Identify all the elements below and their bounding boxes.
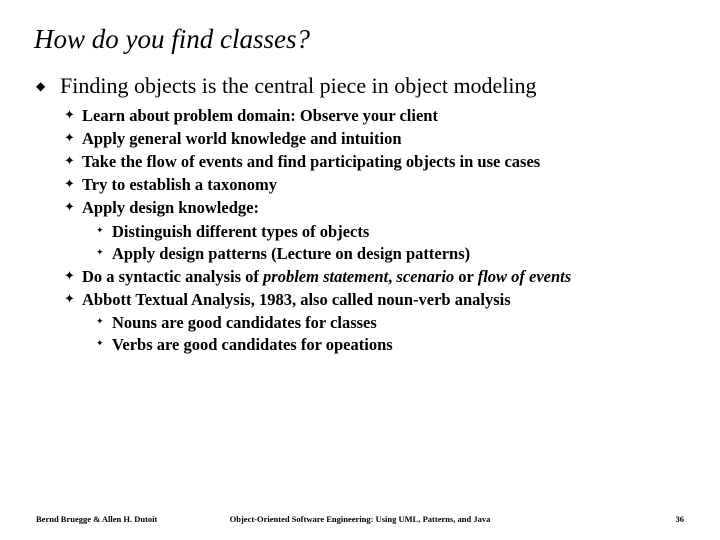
pointer-icon: ✦ [64,268,75,285]
pointer-icon: ✦ [64,199,75,216]
pointer-icon: ✦ [64,153,75,170]
diamond-icon: ◆ [36,79,45,94]
bullet-level3: ✦ Nouns are good candidates for classes [34,312,686,333]
level2-text: Abbott Textual Analysis, 1983, also call… [82,290,511,309]
bullet-level2: ✦ Apply general world knowledge and intu… [34,128,686,149]
slide-title: How do you find classes? [34,24,686,55]
level2-text: Learn about problem domain: Observe your… [82,106,438,125]
pointer-icon: ✦ [64,176,75,193]
level3-text: Apply design patterns (Lecture on design… [112,244,470,263]
arrow-icon: ✦ [96,338,104,350]
syntactic-sep2: or [454,267,478,286]
bullet-level2: ✦ Try to establish a taxonomy [34,174,686,195]
arrow-icon: ✦ [96,247,104,259]
level3-text: Distinguish different types of objects [112,222,369,241]
bullet-level3: ✦ Distinguish different types of objects [34,221,686,242]
level2-text: Apply general world knowledge and intuit… [82,129,402,148]
footer-authors: Bernd Bruegge & Allen H. Dutoit [36,514,157,524]
level1-text: Finding objects is the central piece in … [60,73,537,98]
bullet-level2-syntactic: ✦ Do a syntactic analysis of problem sta… [34,266,686,287]
bullet-level2: ✦ Learn about problem domain: Observe yo… [34,105,686,126]
syntactic-of: of [245,267,263,286]
bullet-level2: ✦ Take the flow of events and find parti… [34,151,686,172]
level2-text: Take the flow of events and find partici… [82,152,540,171]
bullet-level1: ◆ Finding objects is the central piece i… [34,73,686,99]
page-number: 36 [676,514,685,524]
pointer-icon: ✦ [64,130,75,147]
level2-text: Try to establish a taxonomy [82,175,277,194]
arrow-icon: ✦ [96,225,104,237]
pointer-icon: ✦ [64,291,75,308]
syntactic-prefix: Do a syntactic analysis [82,267,245,286]
arrow-icon: ✦ [96,316,104,328]
bullet-level2: ✦ Apply design knowledge: [34,197,686,218]
syntactic-flow: flow of events [478,267,571,286]
level3-text: Nouns are good candidates for classes [112,313,377,332]
bullet-level2: ✦ Abbott Textual Analysis, 1983, also ca… [34,289,686,310]
footer: Bernd Bruegge & Allen H. Dutoit Object-O… [0,514,720,524]
syntactic-scenario: scenario [396,267,454,286]
slide: How do you find classes? ◆ Finding objec… [0,0,720,540]
pointer-icon: ✦ [64,107,75,124]
level2-text: Apply design knowledge: [82,198,259,217]
bullet-level3: ✦ Verbs are good candidates for opeation… [34,334,686,355]
syntactic-ps: problem statement [263,267,388,286]
level3-text: Verbs are good candidates for opeations [112,335,393,354]
bullet-level3: ✦ Apply design patterns (Lecture on desi… [34,243,686,264]
